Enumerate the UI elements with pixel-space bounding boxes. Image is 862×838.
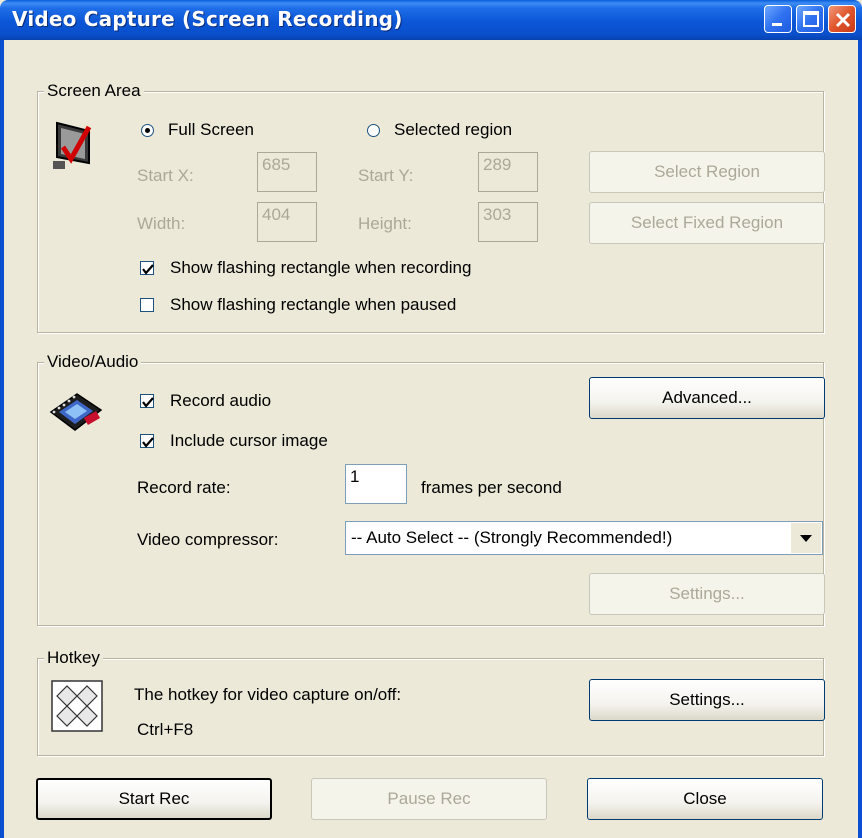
minimize-button[interactable]: [764, 5, 792, 33]
window-border-left: [0, 40, 4, 838]
checkmark-icon: [142, 397, 154, 408]
start-y-label: Start Y:: [358, 166, 414, 185]
flash-recording-label[interactable]: Show flashing rectangle when recording: [170, 258, 471, 278]
advanced-button[interactable]: Advanced...: [589, 377, 825, 419]
full-screen-label[interactable]: Full Screen: [168, 120, 254, 140]
video-settings-button[interactable]: Settings...: [589, 573, 825, 615]
record-rate-label: Record rate:: [137, 478, 231, 497]
include-cursor-label[interactable]: Include cursor image: [170, 431, 328, 451]
start-x-label: Start X:: [137, 166, 194, 185]
height-field[interactable]: 303: [478, 202, 538, 242]
maximize-icon: [803, 11, 819, 27]
full-screen-radio[interactable]: [141, 124, 154, 137]
film-reel-icon: [49, 393, 103, 431]
window-title: Video Capture (Screen Recording): [12, 7, 403, 31]
maximize-button[interactable]: [796, 5, 824, 33]
start-x-field[interactable]: 685: [257, 152, 317, 192]
hotkey-label: Hotkey: [44, 648, 103, 668]
width-field[interactable]: 404: [257, 202, 317, 242]
video-compressor-value: -- Auto Select -- (Strongly Recommended!…: [351, 528, 673, 547]
screen-area-label: Screen Area: [44, 81, 144, 101]
selected-region-radio[interactable]: [367, 124, 380, 137]
select-region-button[interactable]: Select Region: [589, 151, 825, 193]
hotkey-value: Ctrl+F8: [137, 720, 194, 739]
record-audio-label[interactable]: Record audio: [170, 391, 271, 411]
window-border-right: [858, 40, 862, 838]
hotkey-description: The hotkey for video capture on/off:: [134, 685, 402, 704]
close-window-button[interactable]: [828, 5, 856, 33]
start-y-field[interactable]: 289: [478, 152, 538, 192]
keyboard-icon: [51, 680, 103, 732]
include-cursor-checkbox[interactable]: [140, 434, 154, 448]
video-audio-label: Video/Audio: [44, 352, 142, 372]
close-icon: [835, 12, 851, 28]
close-button[interactable]: Close: [587, 778, 823, 820]
checkmark-icon: [142, 264, 154, 275]
start-rec-button[interactable]: Start Rec: [36, 778, 272, 820]
record-audio-checkbox[interactable]: [140, 394, 154, 408]
record-rate-input[interactable]: 1: [345, 464, 407, 504]
height-label: Height:: [358, 214, 412, 233]
flash-paused-label[interactable]: Show flashing rectangle when paused: [170, 295, 456, 315]
title-bar[interactable]: Video Capture (Screen Recording): [0, 0, 862, 40]
screen-check-icon: [53, 121, 92, 169]
chevron-down-icon: [800, 535, 812, 542]
width-label: Width:: [137, 214, 186, 233]
selected-region-label[interactable]: Selected region: [394, 120, 512, 140]
dropdown-arrow-button[interactable]: [790, 523, 821, 553]
video-compressor-select[interactable]: -- Auto Select -- (Strongly Recommended!…: [345, 521, 823, 555]
flash-recording-checkbox[interactable]: [140, 261, 154, 275]
hotkey-settings-button[interactable]: Settings...: [589, 679, 825, 721]
checkmark-icon: [142, 437, 154, 448]
pause-rec-button[interactable]: Pause Rec: [311, 778, 547, 820]
video-compressor-label: Video compressor:: [137, 530, 279, 549]
flash-paused-checkbox[interactable]: [140, 298, 154, 312]
minimize-icon: [772, 23, 782, 26]
select-fixed-region-button[interactable]: Select Fixed Region: [589, 202, 825, 244]
fps-label: frames per second: [421, 478, 562, 497]
